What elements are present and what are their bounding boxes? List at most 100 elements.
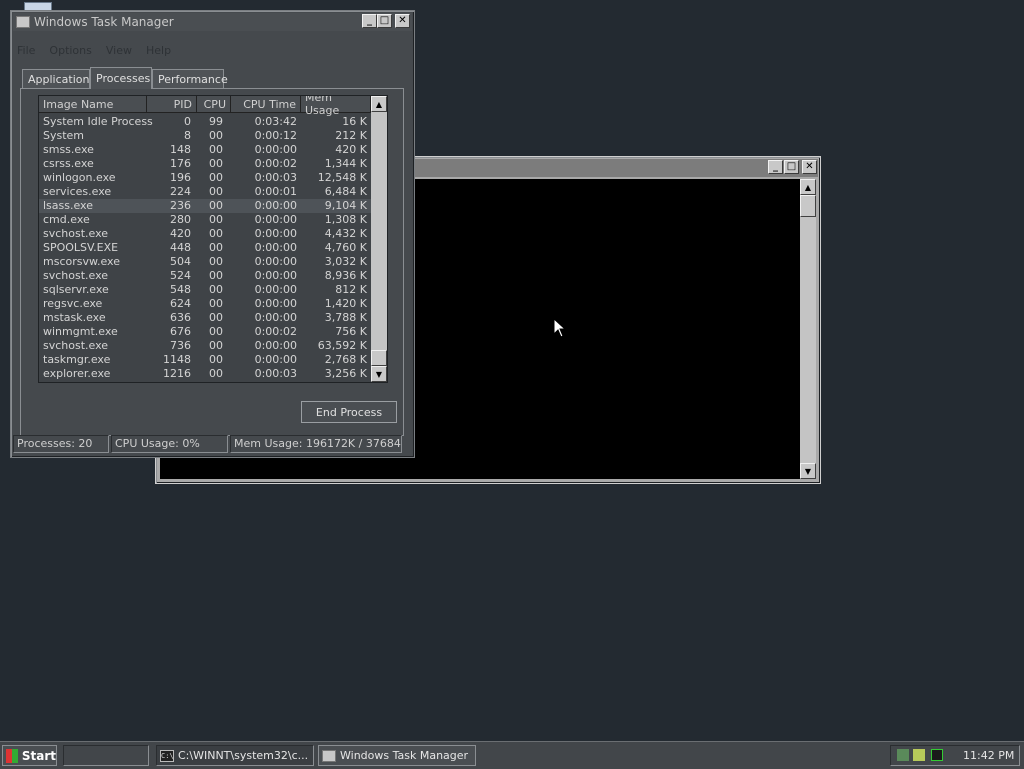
tab-processes[interactable]: Processes	[90, 67, 152, 89]
maximize-button[interactable]: □	[377, 14, 392, 28]
process-cpu: 00	[209, 311, 223, 324]
process-mem-usage: 1,308 K	[324, 213, 367, 226]
taskbar-button-cmd[interactable]: C:\ C:\WINNT\system32\c...	[156, 745, 314, 766]
process-row[interactable]: services.exe 224 00 0:00:01 6,484 K	[39, 185, 371, 199]
process-row[interactable]: winmgmt.exe 676 00 0:00:02 756 K	[39, 325, 371, 339]
process-cpu: 00	[209, 227, 223, 240]
process-cpu-time: 0:00:12	[254, 129, 297, 142]
process-cpu: 00	[209, 241, 223, 254]
mouse-cursor-icon	[554, 319, 566, 338]
process-mem-usage: 6,484 K	[324, 185, 367, 198]
process-cpu-time: 0:00:00	[254, 283, 297, 296]
process-cpu-time: 0:00:00	[254, 199, 297, 212]
process-cpu: 99	[209, 115, 223, 128]
scroll-down-arrow-icon[interactable]: ▼	[371, 366, 387, 382]
process-pid: 736	[170, 339, 191, 352]
process-cpu: 00	[209, 171, 223, 184]
col-mem-usage[interactable]: Mem Usage	[301, 96, 371, 117]
process-row[interactable]: taskmgr.exe 1148 00 0:00:00 2,768 K	[39, 353, 371, 367]
process-mem-usage: 756 K	[335, 325, 367, 338]
tab-performance[interactable]: Performance	[152, 69, 228, 88]
process-row[interactable]: System Idle Process 0 99 0:03:42 16 K	[39, 115, 371, 129]
process-cpu-time: 0:00:00	[254, 353, 297, 366]
process-row[interactable]: SPOOLSV.EXE 448 00 0:00:00 4,760 K	[39, 241, 371, 255]
process-row[interactable]: System 8 00 0:00:12 212 K	[39, 129, 371, 143]
scroll-up-arrow-icon[interactable]: ▲	[800, 179, 816, 195]
process-row[interactable]: cmd.exe 280 00 0:00:00 1,308 K	[39, 213, 371, 227]
process-cpu-time: 0:00:00	[254, 339, 297, 352]
speaker-icon[interactable]	[913, 749, 925, 761]
process-row[interactable]: svchost.exe 736 00 0:00:00 63,592 K	[39, 339, 371, 353]
process-pid: 196	[170, 171, 191, 184]
tm-titlebar[interactable]: Windows Task Manager _ □ ✕	[13, 13, 412, 31]
process-cpu-time: 0:03:42	[254, 115, 297, 128]
process-row[interactable]: explorer.exe 1216 00 0:00:03 3,256 K	[39, 367, 371, 381]
menu-options[interactable]: Options	[49, 44, 91, 57]
close-button[interactable]: ✕	[395, 14, 410, 28]
process-row[interactable]: lsass.exe 236 00 0:00:00 9,104 K	[39, 199, 371, 213]
scroll-up-arrow-icon[interactable]: ▲	[371, 96, 387, 112]
process-row[interactable]: csrss.exe 176 00 0:00:02 1,344 K	[39, 157, 371, 171]
process-mem-usage: 3,788 K	[324, 311, 367, 324]
taskbar-button-cmd-label: C:\WINNT\system32\c...	[178, 749, 309, 762]
process-pid: 524	[170, 269, 191, 282]
process-list-scrollbar[interactable]: ▲ ▼	[371, 96, 387, 382]
menu-help[interactable]: Help	[146, 44, 171, 57]
windows-flag-icon	[6, 748, 18, 763]
process-row[interactable]: smss.exe 148 00 0:00:00 420 K	[39, 143, 371, 157]
process-name: sqlservr.exe	[43, 283, 109, 296]
col-cpu-time[interactable]: CPU Time	[231, 96, 301, 113]
process-mem-usage: 4,760 K	[324, 241, 367, 254]
process-mem-usage: 3,032 K	[324, 255, 367, 268]
start-button[interactable]: Start	[2, 745, 57, 766]
process-name: csrss.exe	[43, 157, 94, 170]
process-row[interactable]: sqlservr.exe 548 00 0:00:00 812 K	[39, 283, 371, 297]
process-mem-usage: 2,768 K	[324, 353, 367, 366]
tm-title: Windows Task Manager	[34, 15, 174, 29]
process-cpu-time: 0:00:00	[254, 213, 297, 226]
process-pid: 236	[170, 199, 191, 212]
desktop-icon-label	[2, 40, 10, 50]
menu-view[interactable]: View	[106, 44, 132, 57]
process-list[interactable]: Image Name PID CPU CPU Time Mem Usage Sy…	[38, 95, 388, 383]
taskbar-button-task-manager[interactable]: Windows Task Manager	[318, 745, 476, 766]
menu-file[interactable]: File	[17, 44, 35, 57]
minimize-button[interactable]: _	[362, 14, 377, 28]
task-manager-tray-icon[interactable]	[931, 749, 943, 761]
clock[interactable]: 11:42 PM	[963, 746, 1014, 765]
scroll-down-arrow-icon[interactable]: ▼	[800, 463, 816, 479]
process-row[interactable]: winlogon.exe 196 00 0:00:03 12,548 K	[39, 171, 371, 185]
tab-applications[interactable]: Applications	[22, 69, 95, 88]
col-image-name[interactable]: Image Name	[39, 96, 147, 113]
process-row[interactable]: mstask.exe 636 00 0:00:00 3,788 K	[39, 311, 371, 325]
minimize-button[interactable]: _	[768, 160, 783, 174]
end-process-button[interactable]: End Process	[301, 401, 397, 423]
scroll-thumb[interactable]	[371, 350, 387, 366]
process-cpu: 00	[209, 283, 223, 296]
process-pid: 1148	[163, 353, 191, 366]
process-row[interactable]: svchost.exe 420 00 0:00:00 4,432 K	[39, 227, 371, 241]
process-name: services.exe	[43, 185, 112, 198]
process-mem-usage: 8,936 K	[324, 269, 367, 282]
process-cpu: 00	[209, 367, 223, 380]
console-scrollbar[interactable]: ▲ ▼	[800, 179, 816, 479]
process-name: lsass.exe	[43, 199, 93, 212]
process-name: taskmgr.exe	[43, 353, 111, 366]
cmd-icon: C:\	[160, 749, 174, 762]
process-cpu: 00	[209, 129, 223, 142]
maximize-button[interactable]: □	[784, 160, 799, 174]
process-mem-usage: 1,420 K	[324, 297, 367, 310]
close-button[interactable]: ✕	[802, 160, 817, 174]
process-cpu: 00	[209, 143, 223, 156]
process-cpu: 00	[209, 353, 223, 366]
process-row[interactable]: svchost.exe 524 00 0:00:00 8,936 K	[39, 269, 371, 283]
col-pid[interactable]: PID	[147, 96, 197, 113]
scroll-thumb[interactable]	[800, 195, 816, 217]
process-pid: 280	[170, 213, 191, 226]
process-row[interactable]: regsvc.exe 624 00 0:00:00 1,420 K	[39, 297, 371, 311]
process-name: cmd.exe	[43, 213, 90, 226]
process-row[interactable]: mscorsvw.exe 504 00 0:00:00 3,032 K	[39, 255, 371, 269]
process-name: mstask.exe	[43, 311, 106, 324]
network-icon[interactable]	[897, 749, 909, 761]
col-cpu[interactable]: CPU	[197, 96, 231, 113]
